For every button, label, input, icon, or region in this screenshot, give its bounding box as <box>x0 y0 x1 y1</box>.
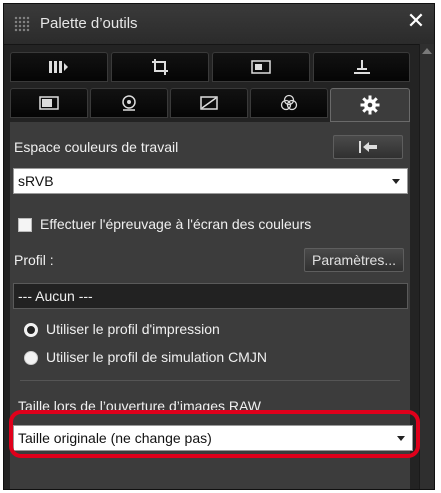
image-box-icon <box>39 96 59 110</box>
profile-label: Profil : <box>14 252 54 268</box>
radio-print-profile[interactable] <box>24 323 38 337</box>
radio-print-profile-label: Utiliser le profil d'impression <box>46 321 220 337</box>
gear-icon <box>360 95 380 115</box>
section-divider <box>20 380 400 381</box>
color-wheel-icon <box>280 94 298 111</box>
toolbar-row-top <box>10 52 410 82</box>
soft-proof-label: Effectuer l'épreuvage à l'écran des coul… <box>40 216 312 232</box>
window-title: Palette d’outils <box>40 15 138 32</box>
title-bar[interactable]: Palette d’outils ✕ <box>4 4 434 45</box>
scroll-up-arrow-icon[interactable] <box>422 48 432 54</box>
radio-cmyk-profile-label: Utiliser le profil de simulation CMJN <box>46 349 267 365</box>
crop-icon <box>152 59 168 75</box>
chevron-down-icon <box>392 179 400 184</box>
tab-color-wheel[interactable] <box>250 88 328 118</box>
vertical-scrollbar[interactable] <box>419 44 434 489</box>
tool-button-stamp[interactable] <box>313 52 410 82</box>
screenshot-frame: Palette d’outils ✕ Espace couleurs de tr… <box>0 0 441 493</box>
stamp-icon <box>353 60 370 74</box>
tab-loupe[interactable] <box>90 88 168 118</box>
tab-image-box[interactable] <box>10 88 88 118</box>
working-color-space-value: sRVB <box>18 173 54 189</box>
reset-to-start-icon <box>359 141 377 153</box>
tab-settings[interactable] <box>330 88 410 122</box>
working-color-space-label: Espace couleurs de travail <box>14 139 179 155</box>
tool-button-image[interactable] <box>212 52 310 82</box>
profile-field[interactable]: --- Aucun --- <box>13 283 408 309</box>
page-bars-icon <box>49 61 68 73</box>
tone-curve-icon <box>200 96 218 110</box>
radio-cmyk-profile[interactable] <box>24 351 38 365</box>
close-icon[interactable]: ✕ <box>404 10 428 34</box>
reset-button[interactable] <box>333 135 403 159</box>
loupe-icon <box>122 95 136 111</box>
tool-button-crop[interactable] <box>111 52 209 82</box>
working-color-space-select[interactable]: sRVB <box>13 168 408 194</box>
toolbar-row-tabs <box>10 88 410 122</box>
soft-proof-checkbox[interactable] <box>18 218 32 232</box>
image-icon <box>251 60 271 74</box>
settings-button[interactable]: Paramètres... <box>304 248 404 272</box>
grip-icon[interactable] <box>14 16 30 32</box>
tool-button-page-bars[interactable] <box>10 52 108 82</box>
tab-tone-curve[interactable] <box>170 88 248 118</box>
highlight-outline <box>9 410 420 458</box>
